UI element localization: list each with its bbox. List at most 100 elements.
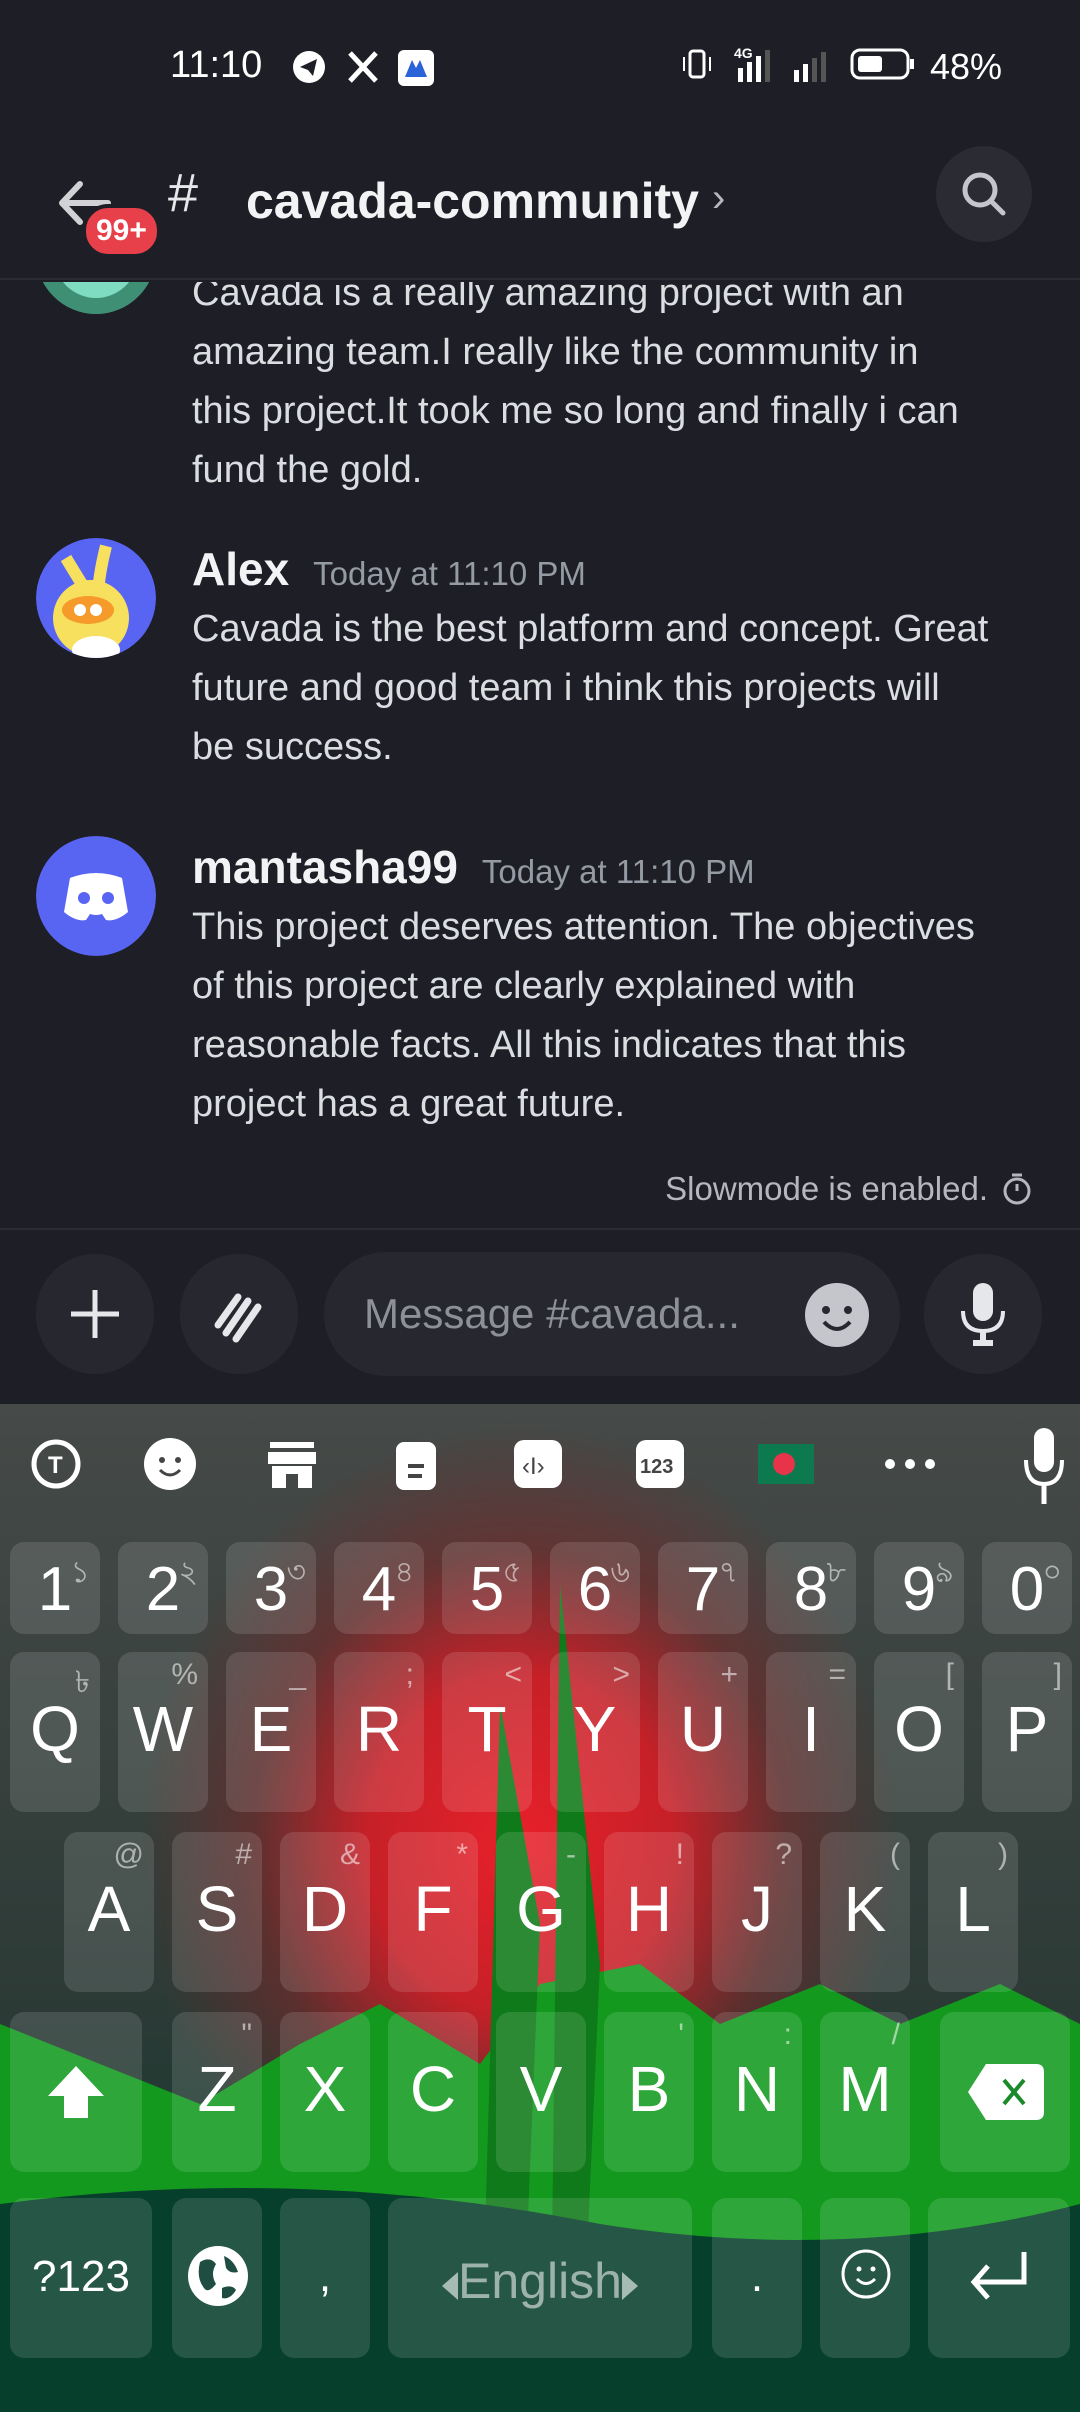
clock: 11:10: [170, 44, 263, 86]
key-g[interactable]: -G: [496, 1832, 586, 1992]
message-body: Cavada is a really amazing project with …: [192, 282, 959, 491]
key-6[interactable]: ৬6: [550, 1542, 640, 1634]
key-label: M: [838, 2053, 892, 2125]
status-bar: 11:10 4G 48%: [0, 0, 1080, 140]
emoji-key[interactable]: [820, 2198, 910, 2358]
key-7[interactable]: ৭7: [658, 1542, 748, 1634]
key-label: C: [409, 2053, 457, 2125]
key-m[interactable]: / M: [820, 2012, 910, 2172]
language-key[interactable]: [172, 2198, 262, 2358]
key-x[interactable]: X: [280, 2012, 370, 2172]
key-label: I: [802, 1693, 820, 1765]
avatar[interactable]: [36, 282, 156, 314]
message-header: Alex Today at 11:10 PM: [192, 542, 586, 596]
key-0[interactable]: ০0: [982, 1542, 1072, 1634]
key-8[interactable]: ৮8: [766, 1542, 856, 1634]
apps-button[interactable]: [180, 1254, 298, 1374]
key-label: W: [132, 1693, 194, 1765]
clipboard-icon[interactable]: [386, 1434, 446, 1494]
key-j[interactable]: ? J: [712, 1832, 802, 1992]
key-1[interactable]: ১1: [10, 1542, 100, 1634]
key-e[interactable]: _ E: [226, 1652, 316, 1812]
symbols-key[interactable]: ?123: [10, 2198, 152, 2358]
message-list[interactable]: Cavada is a really amazing project with …: [0, 282, 1080, 1228]
key-u[interactable]: + U: [658, 1652, 748, 1812]
store-icon[interactable]: [262, 1434, 322, 1494]
key-t[interactable]: < T: [442, 1652, 532, 1812]
avatar[interactable]: [36, 836, 156, 956]
avatar[interactable]: [36, 538, 156, 658]
mic-icon[interactable]: [1014, 1426, 1074, 1506]
key-d[interactable]: & D: [280, 1832, 370, 1992]
mic-icon: [961, 1283, 1005, 1346]
key-s[interactable]: # S: [172, 1832, 262, 1992]
comma-key[interactable]: ,: [280, 2198, 370, 2358]
key-p[interactable]: ] P: [982, 1652, 1072, 1812]
key-2[interactable]: ২2: [118, 1542, 208, 1634]
numpad-icon[interactable]: 123: [630, 1434, 690, 1494]
message-input[interactable]: Message #cavada...: [324, 1252, 900, 1376]
key-w[interactable]: % W: [118, 1652, 208, 1812]
signal-icon: [792, 44, 836, 89]
enter-icon: [970, 2252, 1027, 2300]
period-key[interactable]: .: [712, 2198, 802, 2358]
message-composer: Message #cavada...: [0, 1230, 1080, 1404]
key-q[interactable]: ৳ Q: [10, 1652, 100, 1812]
key-k[interactable]: (K: [820, 1832, 910, 1992]
key-label: 7: [685, 1555, 721, 1624]
key-label: R: [355, 1693, 403, 1765]
key-z[interactable]: " Z: [172, 2012, 262, 2172]
smiley-icon: [841, 2249, 891, 2299]
svg-text:T: T: [48, 1452, 63, 1479]
key-label: ,: [318, 2252, 332, 2301]
key-9[interactable]: ৯9: [874, 1542, 964, 1634]
key-i[interactable]: = I: [766, 1652, 856, 1812]
username[interactable]: mantasha99: [192, 840, 458, 894]
voice-message-button[interactable]: [924, 1254, 1042, 1374]
globe-icon: [188, 2246, 248, 2306]
status-right: 4G 48%: [680, 44, 1002, 89]
key-label: J: [741, 1873, 773, 1945]
key-3[interactable]: ৩3: [226, 1542, 316, 1634]
shift-key[interactable]: [10, 2012, 142, 2172]
key-4[interactable]: ৪4: [334, 1542, 424, 1634]
add-attachment-button[interactable]: [36, 1254, 154, 1374]
backspace-key[interactable]: [940, 2012, 1070, 2172]
text-edit-icon[interactable]: ‹I›: [508, 1434, 568, 1494]
backspace-icon: [968, 2064, 1044, 2120]
key-hint: &: [339, 1838, 360, 1871]
search-button[interactable]: [936, 146, 1032, 242]
bangladesh-flag-icon[interactable]: [756, 1434, 816, 1494]
key-h[interactable]: ! H: [604, 1832, 694, 1992]
key-l[interactable]: ) L: [928, 1832, 1018, 1992]
key-hint: ": [241, 2018, 252, 2051]
key-c[interactable]: C: [388, 2012, 478, 2172]
translate-icon[interactable]: T: [26, 1434, 86, 1494]
vibrate-icon: [680, 47, 714, 86]
username[interactable]: Alex: [192, 542, 289, 596]
channel-title[interactable]: cavada-community: [246, 172, 699, 230]
key-r[interactable]: ; R: [334, 1652, 424, 1812]
key-label: 8: [793, 1555, 829, 1624]
emoji-icon[interactable]: [804, 1282, 870, 1348]
emoji-icon[interactable]: [140, 1434, 200, 1494]
key-v[interactable]: V: [496, 2012, 586, 2172]
key-a[interactable]: @ A: [64, 1832, 154, 1992]
enter-key[interactable]: [928, 2198, 1070, 2358]
key-label: N: [733, 2053, 781, 2125]
chevron-right-icon[interactable]: ›: [712, 176, 725, 221]
space-key[interactable]: English: [388, 2198, 692, 2358]
key-label: .: [750, 2252, 764, 2301]
svg-text:4G: 4G: [734, 45, 753, 61]
key-hint: #: [235, 1838, 252, 1871]
apps-icon: [214, 1293, 262, 1343]
key-y[interactable]: > Y: [550, 1652, 640, 1812]
key-o[interactable]: [O: [874, 1652, 964, 1812]
key-b[interactable]: ' B: [604, 2012, 694, 2172]
key-label: Z: [197, 2053, 237, 2125]
key-f[interactable]: * F: [388, 1832, 478, 1992]
more-icon[interactable]: [880, 1434, 940, 1494]
key-label: S: [195, 1873, 239, 1945]
key-5[interactable]: ৫5: [442, 1542, 532, 1634]
key-n[interactable]: :N: [712, 2012, 802, 2172]
